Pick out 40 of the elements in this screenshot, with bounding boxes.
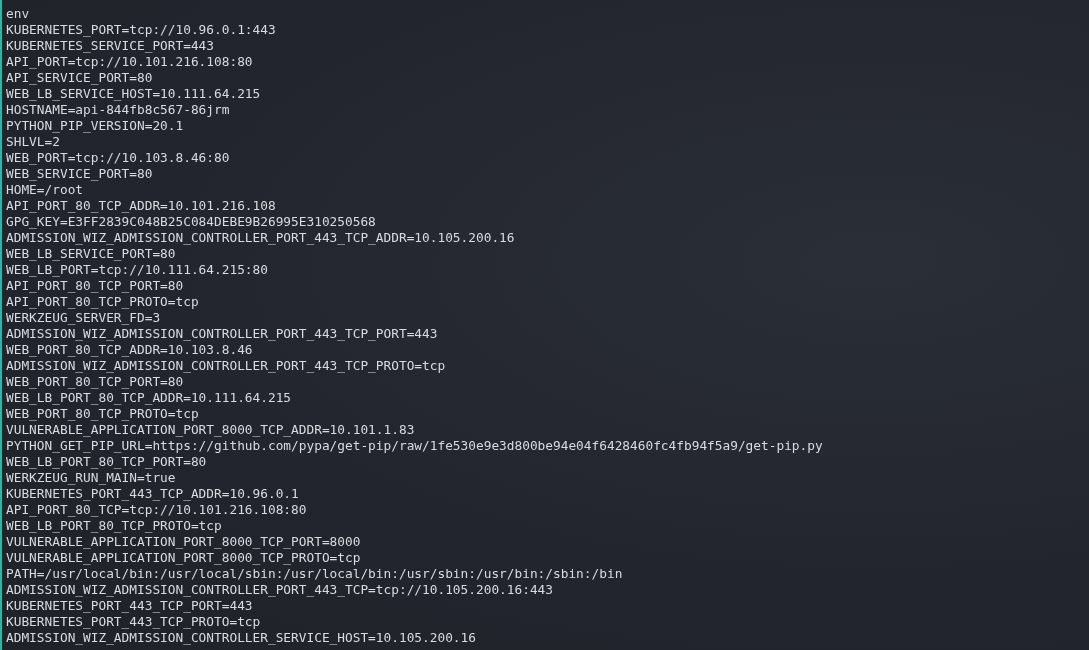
terminal-line: ADMISSION_WIZ_ADMISSION_CONTROLLER_PORT_443_TCP_ADDR=10.105.200.16 [6, 230, 515, 246]
terminal-line: SHLVL=2 [6, 134, 60, 150]
terminal-line: HOME=/root [6, 182, 84, 198]
terminal-line: ADMISSION_WIZ_ADMISSION_CONTROLLER_PORT_443_TCP=tcp://10.105.200.16:443 [6, 582, 553, 598]
terminal-line: ADMISSION_WIZ_ADMISSION_CONTROLLER_PORT_443_TCP_PORT=443 [6, 326, 438, 342]
terminal-line: KUBERNETES_PORT_443_TCP_PROTO=tcp [6, 614, 261, 630]
terminal-line: ADMISSION_WIZ_ADMISSION_CONTROLLER_SERVICE_HOST=10.105.200.16 [6, 630, 476, 646]
terminal-line: KUBERNETES_PORT_443_TCP_PORT=443 [6, 598, 253, 614]
terminal-line: PATH=/usr/local/bin:/usr/local/sbin:/usr/local/bin:/usr/sbin:/usr/bin:/sbin:/bin [6, 566, 623, 582]
terminal-line: KUBERNETES_PORT_443_TCP_ADDR=10.96.0.1 [6, 486, 299, 502]
terminal-line: PYTHON_GET_PIP_URL=https://github.com/pypa/get-pip/raw/1fe530e9e3d800be94e04f6428460fc4fb94f5a9/get-pip.py [6, 438, 823, 454]
terminal-line: WEB_LB_PORT_80_TCP_PROTO=tcp [6, 518, 222, 534]
terminal-line: API_PORT_80_TCP_ADDR=10.101.216.108 [6, 198, 276, 214]
terminal-line: WERKZEUG_SERVER_FD=3 [6, 310, 161, 326]
terminal-line: WEB_LB_SERVICE_PORT=80 [6, 246, 176, 262]
terminal-line: VULNERABLE_APPLICATION_PORT_8000_TCP_PORT=8000 [6, 534, 361, 550]
terminal-line: WEB_PORT_80_TCP_ADDR=10.103.8.46 [6, 342, 253, 358]
terminal-line: HOSTNAME=api-844fb8c567-86jrm [6, 102, 230, 118]
terminal-line: KUBERNETES_SERVICE_PORT=443 [6, 38, 215, 54]
terminal-line: PYTHON_PIP_VERSION=20.1 [6, 118, 184, 134]
terminal-line: env [6, 6, 30, 22]
terminal-line: ADMISSION_WIZ_ADMISSION_CONTROLLER_PORT_443_TCP_PROTO=tcp [6, 358, 446, 374]
terminal-line: API_SERVICE_PORT=80 [6, 70, 153, 86]
terminal-line: WEB_PORT_80_TCP_PROTO=tcp [6, 406, 199, 422]
terminal-line: WEB_LB_PORT_80_TCP_ADDR=10.111.64.215 [6, 390, 292, 406]
terminal-line: WERKZEUG_RUN_MAIN=true [6, 470, 176, 486]
terminal-line: API_PORT=tcp://10.101.216.108:80 [6, 54, 253, 70]
terminal-line: WEB_PORT=tcp://10.103.8.46:80 [6, 150, 230, 166]
terminal-line: WEB_SERVICE_PORT=80 [6, 166, 153, 182]
terminal-line: WEB_LB_PORT_80_TCP_PORT=80 [6, 454, 207, 470]
terminal-line: GPG_KEY=E3FF2839C048B25C084DEBE9B26995E310250568 [6, 214, 376, 230]
terminal-line: KUBERNETES_PORT=tcp://10.96.0.1:443 [6, 22, 276, 38]
terminal-line: VULNERABLE_APPLICATION_PORT_8000_TCP_ADDR=10.101.1.83 [6, 422, 415, 438]
terminal-line: API_PORT_80_TCP_PORT=80 [6, 278, 184, 294]
terminal-line: WEB_LB_SERVICE_HOST=10.111.64.215 [6, 86, 261, 102]
terminal-line: API_PORT_80_TCP_PROTO=tcp [6, 294, 199, 310]
terminal-line: WEB_PORT_80_TCP_PORT=80 [6, 374, 184, 390]
terminal-line: WEB_LB_PORT=tcp://10.111.64.215:80 [6, 262, 268, 278]
terminal-line: API_PORT_80_TCP=tcp://10.101.216.108:80 [6, 502, 307, 518]
terminal-line: VULNERABLE_APPLICATION_PORT_8000_TCP_PROTO=tcp [6, 550, 361, 566]
